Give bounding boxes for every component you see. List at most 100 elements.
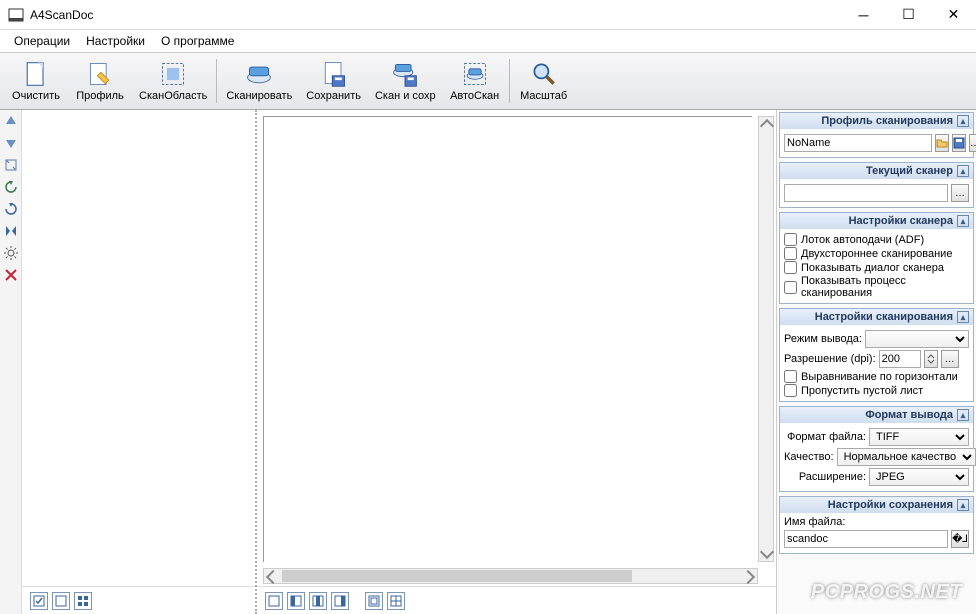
view-mode-3-icon[interactable] (309, 592, 327, 610)
thumbnail-bottombar (22, 586, 255, 614)
collapse-icon[interactable]: ▴ (957, 499, 969, 511)
quality-select[interactable]: Нормальное качество (837, 448, 976, 466)
autoscan-button[interactable]: АвтоСкан (443, 55, 507, 107)
profile-more-button[interactable]: … (969, 134, 976, 152)
dpi-spinner[interactable] (924, 350, 938, 368)
skipblank-checkbox[interactable]: Пропустить пустой лист (784, 384, 969, 397)
select-all-icon[interactable] (30, 592, 48, 610)
arrow-down-icon[interactable] (4, 136, 18, 150)
watermark: PCPROGS.NET (811, 581, 962, 604)
scanner-name-input[interactable] (784, 184, 948, 202)
delete-icon[interactable] (4, 268, 18, 282)
scanarea-button[interactable]: СканОбласть (132, 55, 214, 107)
deselect-icon[interactable] (52, 592, 70, 610)
minimize-button[interactable]: ─ (841, 0, 886, 30)
collapse-icon[interactable]: ▴ (957, 215, 969, 227)
dpi-more-button[interactable]: … (941, 350, 959, 368)
filename-more-button[interactable]: �⅃ (951, 530, 969, 548)
thumbnail-area (22, 110, 255, 586)
dpi-input[interactable] (879, 350, 921, 368)
rotate-all-icon[interactable] (4, 158, 18, 172)
panel-save-settings: Настройки сохранения▴ Имя файла: �⅃ (779, 496, 974, 554)
filename-label: Имя файла: (784, 516, 969, 528)
panel-title: Формат вывода (784, 409, 957, 421)
outputmode-select[interactable] (865, 330, 969, 348)
profile-button[interactable]: Профиль (68, 55, 132, 107)
profile-save-button[interactable] (952, 134, 966, 152)
outputmode-label: Режим вывода: (784, 333, 862, 345)
showprocess-label: Показывать процесс сканирования (801, 275, 969, 299)
close-button[interactable]: ✕ (931, 0, 976, 30)
scanner-browse-button[interactable]: … (951, 184, 969, 202)
app-icon (8, 7, 24, 23)
zoom-label: Масштаб (520, 90, 567, 102)
fileformat-select[interactable]: TIFF (869, 428, 969, 446)
extension-label: Расширение: (784, 471, 866, 483)
profile-open-button[interactable] (935, 134, 949, 152)
preview-hscroll[interactable] (263, 568, 774, 584)
view-mode-6-icon[interactable] (387, 592, 405, 610)
toolbar-separator (509, 59, 510, 103)
save-label: Сохранить (306, 90, 361, 102)
fileformat-label: Формат файла: (784, 431, 866, 443)
showdialog-checkbox[interactable]: Показывать диалог сканера (784, 261, 969, 274)
preview-vscroll[interactable] (758, 116, 774, 562)
filename-input[interactable] (784, 530, 948, 548)
collapse-icon[interactable]: ▴ (957, 115, 969, 127)
duplex-checkbox[interactable]: Двухстороннее сканирование (784, 247, 969, 260)
menu-settings[interactable]: Настройки (78, 32, 153, 50)
zoom-button[interactable]: Масштаб (512, 55, 576, 107)
scanner-icon (245, 60, 273, 88)
left-icon-strip (0, 110, 22, 614)
panel-title: Профиль сканирования (784, 115, 957, 127)
preview-canvas (263, 116, 752, 562)
brightness-icon[interactable] (4, 246, 18, 260)
thumbnail-panel (22, 110, 257, 614)
panel-output-format: Формат вывода▴ Формат файла: TIFF Качест… (779, 406, 974, 492)
save-icon (320, 60, 348, 88)
save-button[interactable]: Сохранить (299, 55, 368, 107)
collapse-icon[interactable]: ▴ (957, 409, 969, 421)
extension-select[interactable]: JPEG (869, 468, 969, 486)
titlebar: A4ScanDoc ─ ☐ ✕ (0, 0, 976, 30)
profile-label: Профиль (76, 90, 124, 102)
collapse-icon[interactable]: ▴ (957, 165, 969, 177)
clear-button[interactable]: Очистить (4, 55, 68, 107)
preview-panel (257, 110, 776, 614)
right-panel: Профиль сканирования▴ … Текущий сканер▴ … (776, 110, 976, 614)
rotate-left-icon[interactable] (4, 180, 18, 194)
menubar: Операции Настройки О программе (0, 30, 976, 52)
skipblank-label: Пропустить пустой лист (801, 385, 923, 397)
menu-operations[interactable]: Операции (6, 32, 78, 50)
scansave-icon (391, 60, 419, 88)
showprocess-checkbox[interactable]: Показывать процесс сканирования (784, 275, 969, 299)
view-mode-2-icon[interactable] (287, 592, 305, 610)
halign-checkbox[interactable]: Выравнивание по горизонтали (784, 370, 969, 383)
scan-label: Сканировать (226, 90, 292, 102)
menu-about[interactable]: О программе (153, 32, 242, 50)
scanarea-label: СканОбласть (139, 90, 207, 102)
adf-checkbox[interactable]: Лоток автоподачи (ADF) (784, 233, 969, 246)
grid-icon[interactable] (74, 592, 92, 610)
rotate-right-icon[interactable] (4, 202, 18, 216)
flip-h-icon[interactable] (4, 224, 18, 238)
maximize-button[interactable]: ☐ (886, 0, 931, 30)
toolbar-separator (216, 59, 217, 103)
collapse-icon[interactable]: ▴ (957, 311, 969, 323)
arrow-up-icon[interactable] (4, 114, 18, 128)
view-mode-5-icon[interactable] (365, 592, 383, 610)
diskette-icon (953, 137, 965, 149)
panel-scan-profile: Профиль сканирования▴ … (779, 112, 974, 158)
halign-label: Выравнивание по горизонтали (801, 371, 958, 383)
view-mode-1-icon[interactable] (265, 592, 283, 610)
scansave-button[interactable]: Скан и сохр (368, 55, 443, 107)
view-mode-4-icon[interactable] (331, 592, 349, 610)
profile-name-input[interactable] (784, 134, 932, 152)
panel-title: Настройки сканера (784, 215, 957, 227)
quality-label: Качество: (784, 451, 834, 463)
panel-title: Текущий сканер (784, 165, 957, 177)
scanarea-icon (159, 60, 187, 88)
panel-scan-settings: Настройки сканирования▴ Режим вывода: Ра… (779, 308, 974, 402)
scan-button[interactable]: Сканировать (219, 55, 299, 107)
panel-scanner-settings: Настройки сканера▴ Лоток автоподачи (ADF… (779, 212, 974, 304)
